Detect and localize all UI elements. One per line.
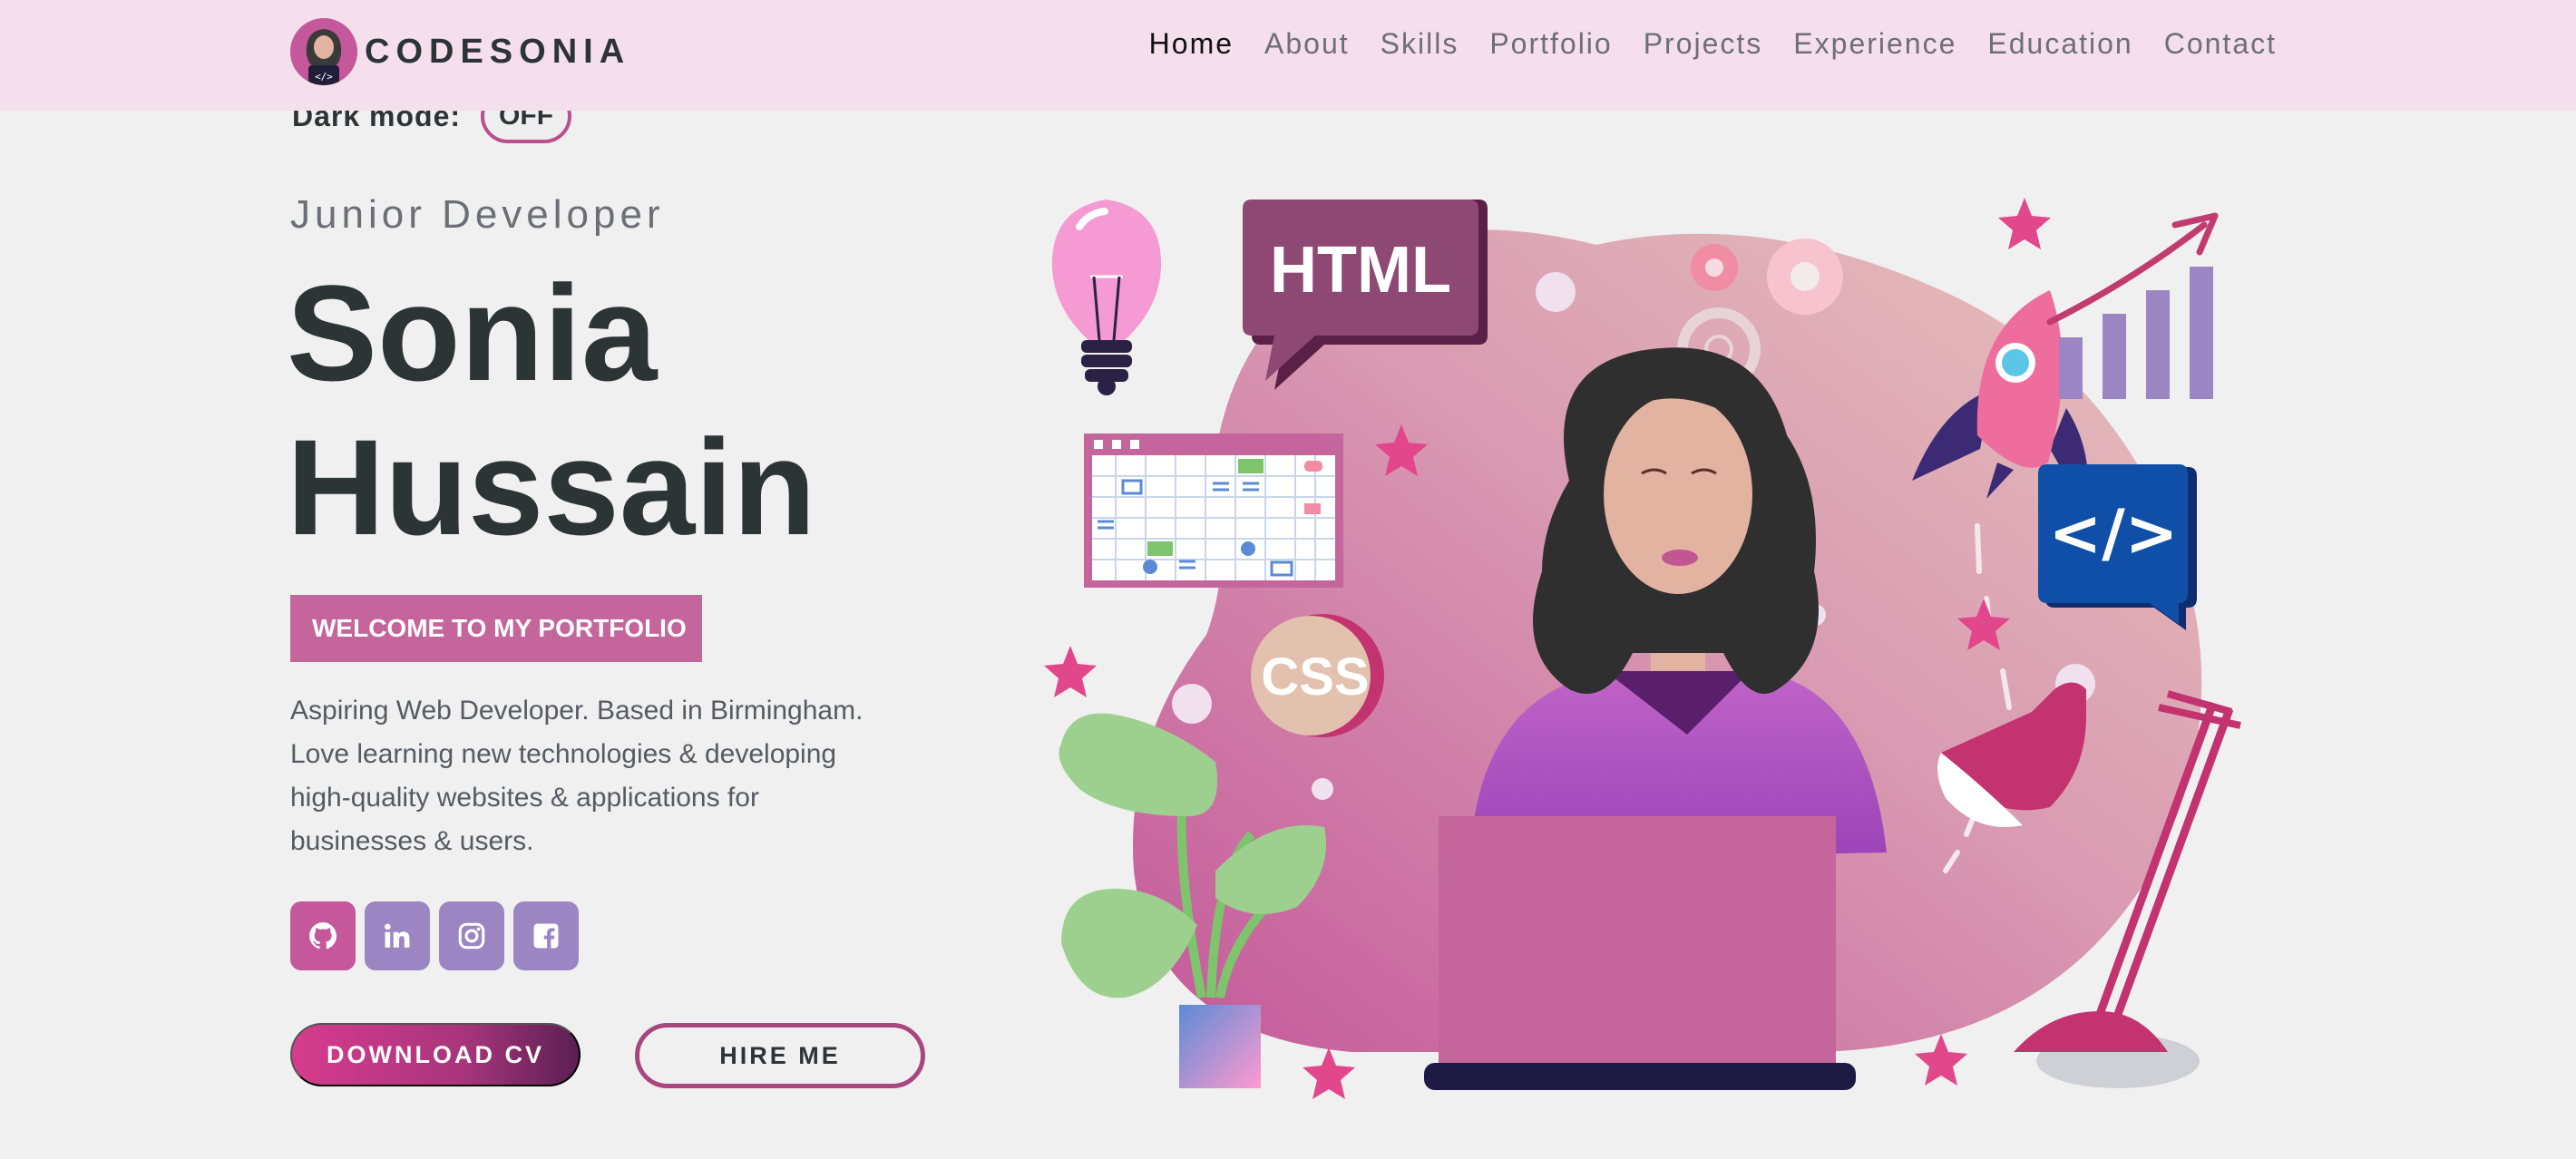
nav-contact[interactable]: Contact: [2164, 27, 2277, 61]
main-nav: Home About Skills Portfolio Projects Exp…: [1149, 27, 2277, 61]
nav-about[interactable]: About: [1264, 27, 1350, 61]
nav-portfolio[interactable]: Portfolio: [1489, 27, 1612, 61]
linkedin-icon: [385, 923, 410, 948]
html-label: HTML: [1270, 234, 1451, 307]
github-link[interactable]: [290, 901, 356, 970]
nav-education[interactable]: Education: [1987, 27, 2132, 61]
nav-skills[interactable]: Skills: [1381, 27, 1459, 61]
bio-line: Aspiring Web Developer. Based in Birming…: [290, 696, 864, 726]
brand-name[interactable]: CODESONIA: [365, 33, 630, 72]
social-links: [290, 901, 579, 970]
nav-projects[interactable]: Projects: [1644, 27, 1763, 61]
bio: Aspiring Web Developer. Based in Birming…: [290, 689, 943, 863]
brand[interactable]: </> CODESONIA: [290, 16, 630, 87]
bio-line: businesses & users.: [290, 826, 534, 856]
css-badge: CSS: [1251, 614, 1384, 737]
page: </> CODESONIA Home About Skills Portfoli…: [0, 0, 2576, 1159]
developer-illustration: HTML </> CSS: [1044, 198, 2241, 1099]
calendar-icon: [1084, 433, 1343, 588]
avatar-logo[interactable]: </>: [290, 18, 357, 85]
role-title: Junior Developer: [290, 192, 665, 237]
last-name: Hussain: [287, 411, 816, 563]
code-label: </>: [2049, 496, 2179, 570]
instagram-icon: [458, 922, 485, 950]
hero-name: Sonia Hussain: [287, 256, 816, 564]
nav-home[interactable]: Home: [1149, 27, 1234, 61]
github-icon: [309, 922, 337, 950]
first-name: Sonia: [287, 257, 658, 409]
download-cv-button[interactable]: DOWNLOAD CV: [290, 1023, 581, 1086]
dot: [1536, 272, 1576, 312]
bio-line: high-quality websites & applications for: [290, 783, 759, 813]
growth-chart-icon: [2046, 212, 2219, 399]
svg-text:</>: </>: [315, 71, 333, 83]
instagram-link[interactable]: [439, 901, 504, 970]
nav-experience[interactable]: Experience: [1793, 27, 1956, 61]
facebook-icon: [533, 923, 559, 949]
bio-line: Love learning new technologies & develop…: [290, 739, 837, 769]
css-label: CSS: [1261, 648, 1369, 706]
linkedin-link[interactable]: [365, 901, 430, 970]
welcome-banner: WELCOME TO MY PORTFOLIO: [290, 595, 702, 662]
navbar: </> CODESONIA Home About Skills Portfoli…: [0, 0, 2576, 111]
laptop-icon: [1424, 816, 1856, 1090]
lightbulb-icon: [1051, 200, 1162, 395]
facebook-link[interactable]: [513, 901, 579, 970]
hire-me-button[interactable]: HIRE ME: [635, 1023, 925, 1088]
